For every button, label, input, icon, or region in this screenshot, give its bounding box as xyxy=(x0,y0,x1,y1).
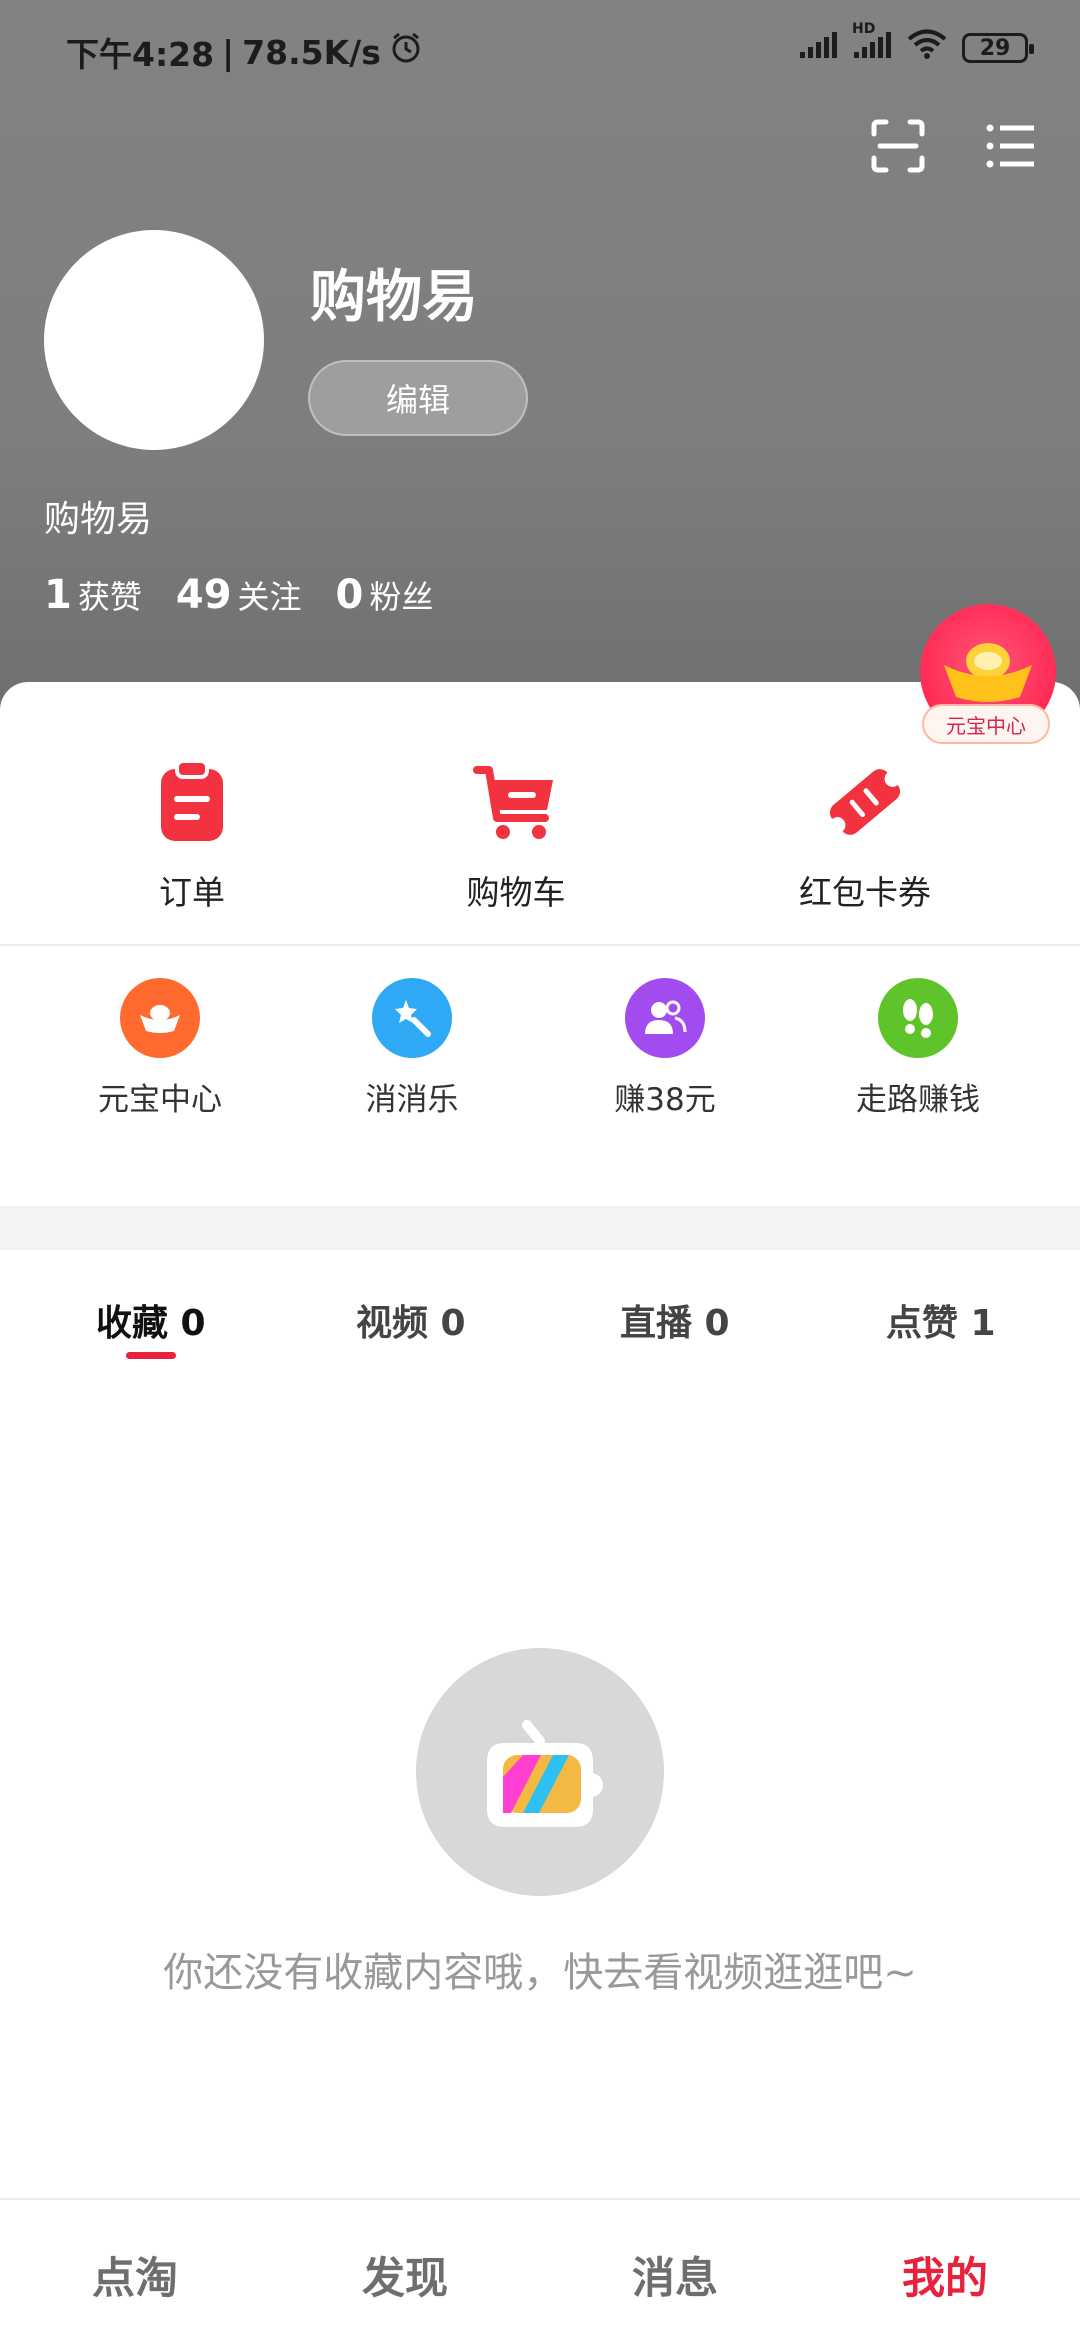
status-left: 下午4:28 | 78.5K/s xyxy=(66,28,423,76)
quick-action-cart-label: 购物车 xyxy=(466,873,566,912)
section-separator xyxy=(0,1206,1080,1250)
star-wand-icon xyxy=(372,978,452,1058)
quick-action-coupons[interactable]: 红包卡券 xyxy=(765,752,965,914)
feature-earn-38[interactable]: 赚38元 xyxy=(565,978,765,1119)
quick-action-cart[interactable]: 购物车 xyxy=(416,752,616,914)
bottom-navigation: 点淘 发现 消息 我的 xyxy=(0,2198,1080,2340)
signal-hd-icon: HD xyxy=(852,21,892,68)
alarm-icon xyxy=(389,31,423,73)
stat-fans-label: 粉丝 xyxy=(369,578,434,616)
stat-fans[interactable]: 0 粉丝 xyxy=(336,572,434,618)
active-tab-indicator xyxy=(126,1352,176,1359)
profile-screen: 下午4:28 | 78.5K/s HD 29 购物易 编辑 购物易 1 获赞 4… xyxy=(0,0,1080,2340)
tab-live[interactable]: 直播 0 xyxy=(620,1294,730,1346)
feature-row: 元宝中心 消消乐 赚38元 走路赚钱 xyxy=(0,944,1080,1206)
footprint-icon xyxy=(878,978,958,1058)
profile-stats: 1 获赞 49 关注 0 粉丝 xyxy=(44,572,433,618)
empty-state-message: 你还没有收藏内容哦，快去看视频逛逛吧~ xyxy=(163,1950,917,1996)
stat-following-label: 关注 xyxy=(237,578,302,616)
tab-likes[interactable]: 点赞 1 xyxy=(886,1294,996,1346)
wifi-icon xyxy=(906,28,948,68)
nav-diantao[interactable]: 点淘 xyxy=(92,2244,178,2306)
menu-list-icon[interactable] xyxy=(984,118,1040,174)
feature-match-game[interactable]: 消消乐 xyxy=(312,978,512,1119)
stat-following-count: 49 xyxy=(175,572,232,618)
status-net-speed: 78.5K/s xyxy=(242,32,381,72)
avatar[interactable] xyxy=(44,230,264,450)
feature-ingot-center-label: 元宝中心 xyxy=(98,1082,222,1118)
stat-likes-label: 获赞 xyxy=(77,578,142,616)
nav-me[interactable]: 我的 xyxy=(902,2244,988,2306)
nav-discover[interactable]: 发现 xyxy=(362,2244,448,2306)
header-actions xyxy=(870,118,1040,174)
floating-ingot-label: 元宝中心 xyxy=(922,704,1050,744)
feature-earn-38-label: 赚38元 xyxy=(614,1082,716,1118)
stat-likes[interactable]: 1 获赞 xyxy=(44,572,142,618)
order-clipboard-icon xyxy=(142,752,242,852)
ingot-icon xyxy=(120,978,200,1058)
signal-icon xyxy=(798,29,838,68)
status-time: 下午4:28 xyxy=(66,35,215,74)
status-divider: | xyxy=(222,32,235,72)
nav-messages[interactable]: 消息 xyxy=(632,2244,718,2306)
tab-favorites[interactable]: 收藏 0 xyxy=(96,1294,206,1346)
hd-label: HD xyxy=(852,20,876,37)
empty-state-tv-icon xyxy=(416,1648,664,1896)
quick-action-orders-label: 订单 xyxy=(159,873,225,912)
people-icon xyxy=(625,978,705,1058)
shopping-cart-icon xyxy=(466,752,566,852)
feature-walk-earn-label: 走路赚钱 xyxy=(856,1082,980,1118)
quick-action-coupons-label: 红包卡券 xyxy=(799,873,931,912)
coupon-ticket-icon xyxy=(815,752,915,852)
status-right: HD 29 xyxy=(798,21,1034,68)
feature-ingot-center[interactable]: 元宝中心 xyxy=(60,978,260,1119)
edit-profile-button[interactable]: 编辑 xyxy=(308,360,528,436)
stat-fans-count: 0 xyxy=(335,572,364,618)
quick-action-orders[interactable]: 订单 xyxy=(92,752,292,914)
feature-match-game-label: 消消乐 xyxy=(365,1082,459,1118)
stat-likes-count: 1 xyxy=(44,572,72,618)
feature-walk-earn[interactable]: 走路赚钱 xyxy=(818,978,1018,1119)
status-bar: 下午4:28 | 78.5K/s HD 29 xyxy=(0,0,1080,96)
battery-indicator: 29 xyxy=(962,33,1034,63)
stat-following[interactable]: 49 关注 xyxy=(176,572,302,618)
floating-ingot-center[interactable]: 元宝中心 xyxy=(916,604,1056,754)
scan-icon[interactable] xyxy=(870,118,926,174)
tab-videos[interactable]: 视频 0 xyxy=(356,1294,466,1346)
profile-nickname: 购物易 xyxy=(310,265,478,330)
profile-username: 购物易 xyxy=(44,499,153,540)
